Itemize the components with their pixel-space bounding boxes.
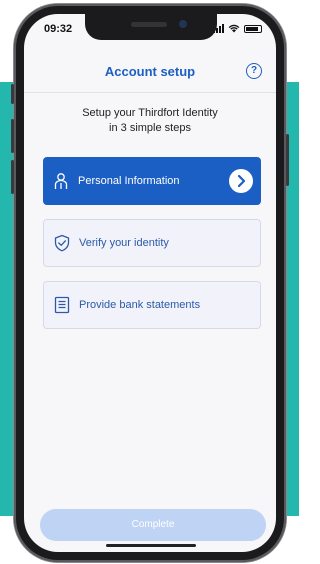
page-title: Account setup [104, 64, 196, 79]
intro-line-1: Setup your Thirdfort Identity [82, 107, 218, 119]
step-verify-identity[interactable]: Verify your identity [43, 219, 261, 267]
phone-screen: 09:32 Account setup ? Setup your Thirdfo… [24, 14, 276, 552]
header-divider [24, 92, 276, 93]
speaker-grille [131, 22, 167, 27]
next-button[interactable] [229, 169, 253, 193]
status-time: 09:32 [44, 23, 73, 35]
step-label: Verify your identity [79, 237, 169, 249]
home-indicator [106, 544, 196, 547]
header: Account setup ? [24, 58, 276, 88]
intro-text: Setup your Thirdfort Identity in 3 simpl… [44, 106, 256, 136]
phone-side-button [11, 84, 14, 104]
complete-button[interactable]: Complete [40, 509, 266, 541]
step-label: Personal Information [78, 175, 180, 187]
document-icon [54, 296, 70, 314]
stage: 09:32 Account setup ? Setup your Thirdfo… [0, 0, 299, 564]
status-indicators [213, 24, 262, 33]
front-camera [179, 20, 187, 28]
step-label: Provide bank statements [79, 299, 201, 311]
phone-notch [85, 14, 217, 40]
intro-line-2: in 3 simple steps [109, 122, 191, 134]
wifi-icon [228, 24, 240, 33]
step-personal-information[interactable]: Personal Information [43, 157, 261, 205]
step-bank-statements[interactable]: Provide bank statements [43, 281, 261, 329]
phone-side-button [286, 134, 289, 186]
battery-icon [244, 24, 262, 33]
chevron-right-icon [237, 174, 246, 188]
person-icon [54, 173, 68, 189]
phone-side-button [11, 119, 14, 153]
help-icon[interactable]: ? [246, 63, 262, 79]
shield-check-icon [54, 234, 70, 252]
phone-side-button [11, 160, 14, 194]
